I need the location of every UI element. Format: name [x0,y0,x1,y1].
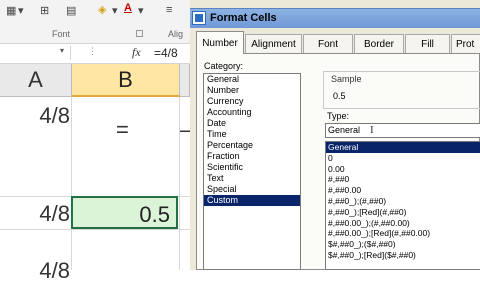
name-box[interactable]: ▾ [0,46,71,60]
alignment-group-label: Alig [168,29,184,39]
tab-number[interactable]: Number [196,31,244,54]
font-color-dropdown-icon[interactable]: ▾ [138,4,144,17]
sample-value: 0.5 [333,91,346,101]
column-header-c[interactable] [180,64,190,97]
type-list-item[interactable]: #,##0 [326,174,480,185]
type-list-item[interactable]: 0.00 [326,164,480,175]
dialog-tabs: Number Alignment Font Border Fill Prot [190,31,480,54]
dialog-app-icon [192,11,206,25]
category-item-text[interactable]: Text [204,173,300,184]
category-item-special[interactable]: Special [204,184,300,195]
category-item-accounting[interactable]: Accounting [204,107,300,118]
type-list-item[interactable]: #,##0.00_);[Red](#,##0.00) [326,228,480,239]
type-list-item[interactable]: #,##0_);(#,##0) [326,196,480,207]
type-input[interactable]: General [325,123,480,138]
cell-a-row3[interactable]: 4/8 [0,258,70,284]
font-color-icon[interactable]: A [124,2,132,14]
column-header-a[interactable]: A [0,64,72,97]
dialog-titlebar[interactable]: Format Cells [190,8,480,28]
type-label: Type: [327,111,350,121]
category-item-percentage[interactable]: Percentage [204,140,300,151]
category-item-general[interactable]: General [204,74,300,85]
cell-a-row2[interactable]: 4/8 [0,201,70,227]
formula-bar-input[interactable]: =4/8 [154,46,178,60]
gridline [0,229,190,230]
selected-cell-b-row2[interactable]: 0.5 [71,196,178,229]
type-list-item[interactable]: #,##0_);[Red](#,##0) [326,207,480,218]
tab-fill[interactable]: Fill [405,34,450,53]
fill-color-icon[interactable]: ◈ [98,3,106,16]
font-group-label: Font [52,29,71,39]
column-header-b[interactable]: B [72,64,180,97]
type-list[interactable]: General 0 0.00 #,##0 #,##0.00 #,##0_);(#… [325,141,480,270]
category-item-scientific[interactable]: Scientific [204,162,300,173]
borders-icon[interactable]: ▦ [6,4,16,17]
formula-bar: ▾ ⋮ fx =4/8 [0,44,190,64]
category-item-number[interactable]: Number [204,85,300,96]
category-item-date[interactable]: Date [204,118,300,129]
category-item-fraction[interactable]: Fraction [204,151,300,162]
insert-function-icon[interactable]: fx [132,45,141,60]
excel-window: ▦ ▾ ⊞ ▤ ◈ ▾ A ▾ ≡ Font Alig ▾ ⋮ fx =4/8 … [0,0,192,283]
type-list-item[interactable]: #,##0.00 [326,185,480,196]
borders-icon[interactable]: ⊞ [40,4,49,17]
font-dialog-launcher-icon[interactable] [136,30,143,37]
formula-bar-grip-icon[interactable]: ⋮ [88,46,97,57]
tab-protection[interactable]: Prot [451,34,480,53]
category-item-custom[interactable]: Custom [204,195,300,206]
tab-border[interactable]: Border [354,34,404,53]
align-top-icon[interactable]: ≡ [166,4,172,16]
type-list-item[interactable]: $#,##0_);($#,##0) [326,239,480,250]
type-list-item[interactable]: $#,##0_);[Red]($#,##0) [326,250,480,261]
fill-color-dropdown-icon[interactable]: ▾ [112,4,118,17]
category-list[interactable]: General Number Currency Accounting Date … [203,73,301,270]
type-list-item[interactable]: General [326,142,480,153]
dialog-title: Format Cells [210,12,277,24]
ribbon: ▦ ▾ ⊞ ▤ ◈ ▾ A ▾ ≡ Font Alig [0,0,190,44]
tab-alignment[interactable]: Alignment [245,34,302,53]
format-cells-dialog: Format Cells Number Alignment Font Borde… [190,0,480,270]
cell-b-row1[interactable]: = [116,117,129,143]
cell-borders-icon[interactable]: ▤ [66,4,76,17]
cell-a-row1[interactable]: 4/8 [0,103,70,129]
category-item-time[interactable]: Time [204,129,300,140]
category-item-currency[interactable]: Currency [204,96,300,107]
type-list-item[interactable]: #,##0.00_);(#,##0.00) [326,218,480,229]
selected-cell-value: 0.5 [139,202,170,227]
borders-dropdown-icon[interactable]: ▾ [18,4,24,17]
gridline [71,97,72,270]
text-cursor-icon: I [370,124,374,136]
sample-label: Sample [331,74,362,84]
tab-font[interactable]: Font [303,34,353,53]
type-list-item[interactable]: 0 [326,153,480,164]
category-label: Category: [204,61,244,71]
cell-c-row1[interactable]: – [180,117,192,143]
name-box-dropdown-icon[interactable]: ▾ [60,46,64,55]
